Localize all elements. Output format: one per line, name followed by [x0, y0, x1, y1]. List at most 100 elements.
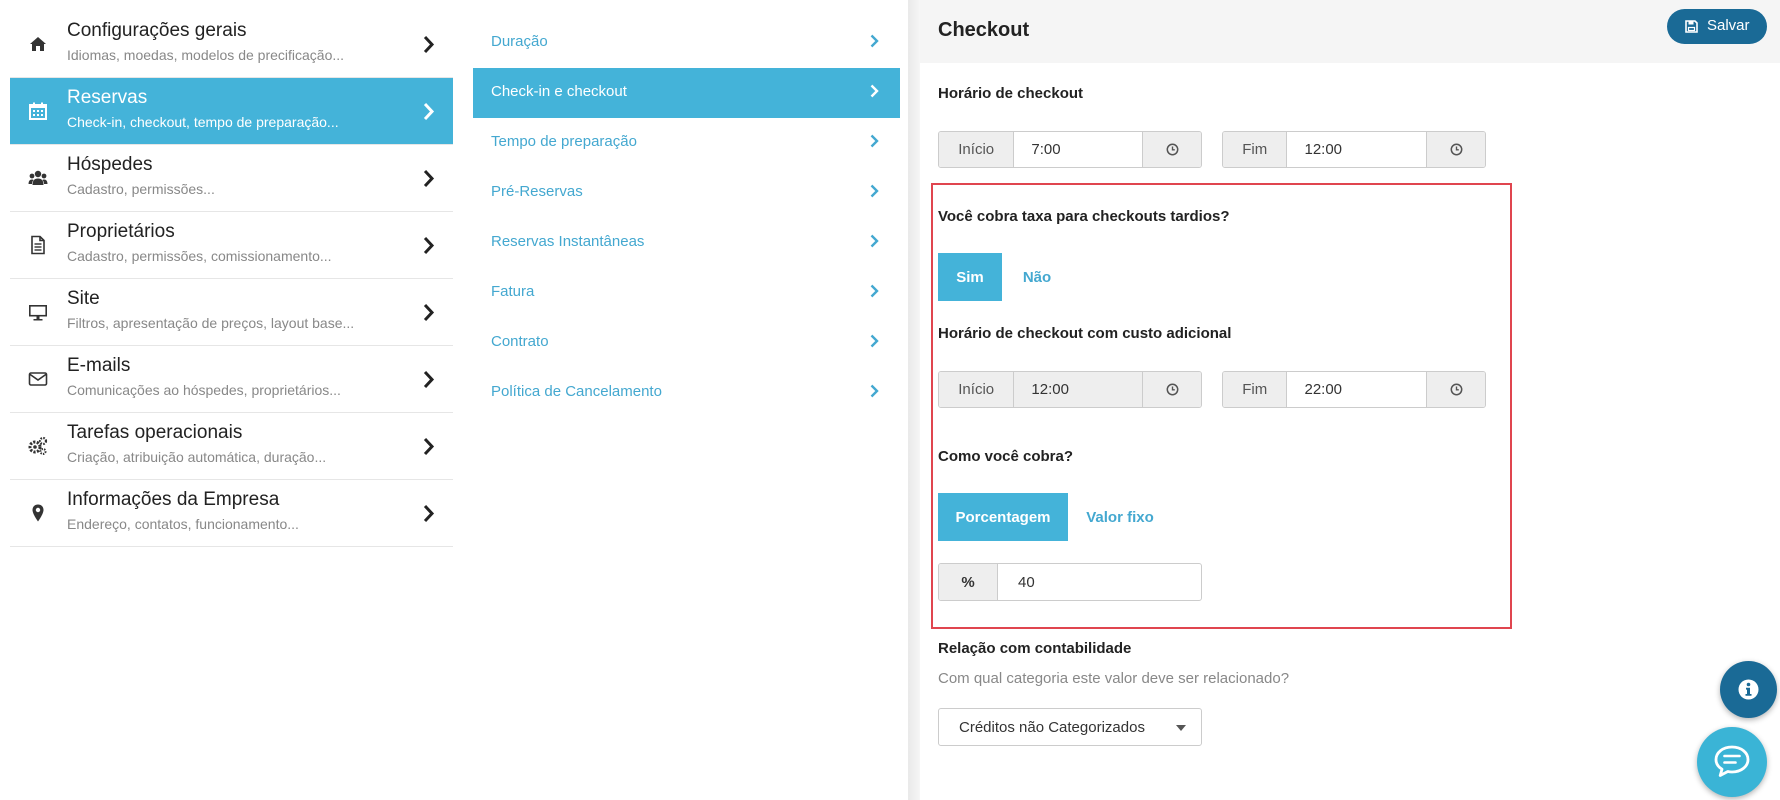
chevron-right-icon — [870, 184, 879, 198]
nav-item-tarefas-operacionais[interactable]: Tarefas operacionais Criação, atribuição… — [10, 413, 453, 480]
subnav-item-fatura[interactable]: Fatura — [473, 268, 900, 318]
subnav-item-reservas-instantaneas[interactable]: Reservas Instantâneas — [473, 218, 900, 268]
time-start-addon: Início — [939, 372, 1014, 407]
save-button-label: Salvar — [1707, 17, 1750, 34]
save-button[interactable]: Salvar — [1667, 9, 1767, 44]
time-end-addon: Fim — [1223, 132, 1287, 167]
nav-item-subtitle: Endereço, contatos, funcionamento... — [67, 516, 299, 532]
clock-icon[interactable] — [1143, 372, 1201, 407]
monitor-icon — [28, 302, 48, 322]
clock-icon[interactable] — [1143, 132, 1201, 167]
subnav-item-label: Política de Cancelamento — [491, 383, 662, 400]
checkout-time-label: Horário de checkout — [938, 85, 1084, 102]
users-icon — [28, 168, 48, 188]
nav-item-subtitle: Cadastro, permissões... — [67, 181, 215, 197]
checkout-start-input[interactable]: 7:00 — [1013, 132, 1144, 167]
chevron-right-icon — [423, 102, 435, 121]
nav-item-reservas[interactable]: Reservas Check-in, checkout, tempo de pr… — [10, 78, 453, 145]
nav-item-site[interactable]: Site Filtros, apresentação de preços, la… — [10, 279, 453, 346]
nav-item-subtitle: Comunicações ao hóspedes, proprietários.… — [67, 382, 341, 398]
clock-icon[interactable] — [1427, 372, 1485, 407]
subnav-item-pre-reservas[interactable]: Pré-Reservas — [473, 168, 900, 218]
subnav-item-label: Reservas Instantâneas — [491, 233, 645, 250]
envelope-icon — [28, 369, 48, 389]
subnav-item-label: Contrato — [491, 333, 549, 350]
nav-item-subtitle: Cadastro, permissões, comissionamento... — [67, 248, 332, 264]
chevron-right-icon — [870, 384, 879, 398]
accounting-category-select[interactable]: Créditos não Categorizados — [938, 708, 1202, 746]
late-end-input[interactable]: 22:00 — [1286, 372, 1428, 407]
info-icon — [1738, 679, 1759, 700]
accounting-label: Relação com contabilidade — [938, 640, 1132, 657]
checkout-end-input[interactable]: 12:00 — [1286, 132, 1428, 167]
late-time-label: Horário de checkout com custo adicional — [938, 325, 1232, 342]
chevron-right-icon — [870, 284, 879, 298]
chevron-right-icon — [423, 303, 435, 322]
late-fee-question: Você cobra taxa para checkouts tardios? — [938, 208, 1230, 225]
chevron-right-icon — [423, 504, 435, 523]
subnav-item-duracao[interactable]: Duração — [473, 18, 900, 68]
nav-item-emails[interactable]: E-mails Comunicações ao hóspedes, propri… — [10, 346, 453, 413]
nav-item-hospedes[interactable]: Hóspedes Cadastro, permissões... — [10, 145, 453, 212]
subnav-item-label: Tempo de preparação — [491, 133, 637, 150]
select-value: Créditos não Categorizados — [959, 719, 1145, 736]
chevron-right-icon — [870, 84, 879, 98]
percent-addon: % — [939, 564, 998, 600]
floppy-disk-icon — [1685, 20, 1698, 33]
subnav-item-label: Check-in e checkout — [491, 83, 627, 100]
nav-item-title: Informações da Empresa — [67, 489, 280, 510]
checkout-start-time-group: Início 7:00 — [938, 131, 1202, 168]
time-start-addon: Início — [939, 132, 1014, 167]
percent-input-group: % 40 — [938, 563, 1202, 601]
chevron-right-icon — [423, 437, 435, 456]
accounting-hint: Com qual categoria este valor deve ser r… — [938, 670, 1290, 687]
late-end-time-group: Fim 22:00 — [1222, 371, 1486, 408]
page-title: Checkout — [938, 19, 1030, 41]
charge-type-question: Como você cobra? — [938, 448, 1074, 465]
nav-item-title: Configurações gerais — [67, 20, 247, 41]
late-start-input[interactable]: 12:00 — [1013, 372, 1144, 407]
chevron-right-icon — [870, 234, 879, 248]
map-pin-icon — [28, 503, 48, 523]
reservas-subnav: Duração Check-in e checkout Tempo de pre… — [473, 18, 900, 418]
document-icon — [28, 235, 48, 255]
settings-nav: Configurações gerais Idiomas, moedas, mo… — [10, 11, 453, 547]
chat-button[interactable] — [1697, 727, 1767, 797]
late-start-time-group: Início 12:00 — [938, 371, 1202, 408]
chevron-right-icon — [423, 35, 435, 54]
caret-down-icon — [1176, 725, 1186, 731]
checkout-end-time-group: Fim 12:00 — [1222, 131, 1486, 168]
subnav-item-tempo-preparacao[interactable]: Tempo de preparação — [473, 118, 900, 168]
charge-fixed-button[interactable]: Valor fixo — [1078, 493, 1162, 541]
charge-percent-button[interactable]: Porcentagem — [938, 493, 1068, 541]
info-button[interactable] — [1720, 661, 1777, 718]
subnav-item-checkin-checkout[interactable]: Check-in e checkout — [473, 68, 900, 118]
chevron-right-icon — [870, 134, 879, 148]
subnav-item-politica-cancelamento[interactable]: Política de Cancelamento — [473, 368, 900, 418]
nav-item-title: E-mails — [67, 355, 131, 376]
late-fee-yes-button[interactable]: Sim — [938, 253, 1002, 301]
nav-item-title: Tarefas operacionais — [67, 422, 243, 443]
nav-item-title: Site — [67, 288, 100, 309]
nav-item-title: Proprietários — [67, 221, 175, 242]
nav-item-subtitle: Check-in, checkout, tempo de preparação.… — [67, 114, 339, 130]
nav-item-informacoes-empresa[interactable]: Informações da Empresa Endereço, contato… — [10, 480, 453, 547]
nav-item-subtitle: Filtros, apresentação de preços, layout … — [67, 315, 355, 331]
time-end-addon: Fim — [1223, 372, 1287, 407]
subnav-item-label: Pré-Reservas — [491, 183, 583, 200]
column-divider — [908, 0, 920, 800]
nav-item-proprietarios[interactable]: Proprietários Cadastro, permissões, comi… — [10, 212, 453, 279]
home-icon — [28, 34, 48, 54]
percent-input[interactable]: 40 — [998, 564, 1035, 600]
late-fee-no-button[interactable]: Não — [1010, 253, 1064, 301]
clock-icon[interactable] — [1427, 132, 1485, 167]
chevron-right-icon — [423, 169, 435, 188]
chat-bubble-icon — [1714, 745, 1750, 777]
chevron-right-icon — [870, 34, 879, 48]
nav-item-title: Reservas — [67, 87, 148, 108]
chevron-right-icon — [423, 370, 435, 389]
chevron-right-icon — [423, 236, 435, 255]
nav-item-configuracoes-gerais[interactable]: Configurações gerais Idiomas, moedas, mo… — [10, 11, 453, 78]
panel-header: Checkout Salvar — [920, 0, 1780, 63]
subnav-item-contrato[interactable]: Contrato — [473, 318, 900, 368]
